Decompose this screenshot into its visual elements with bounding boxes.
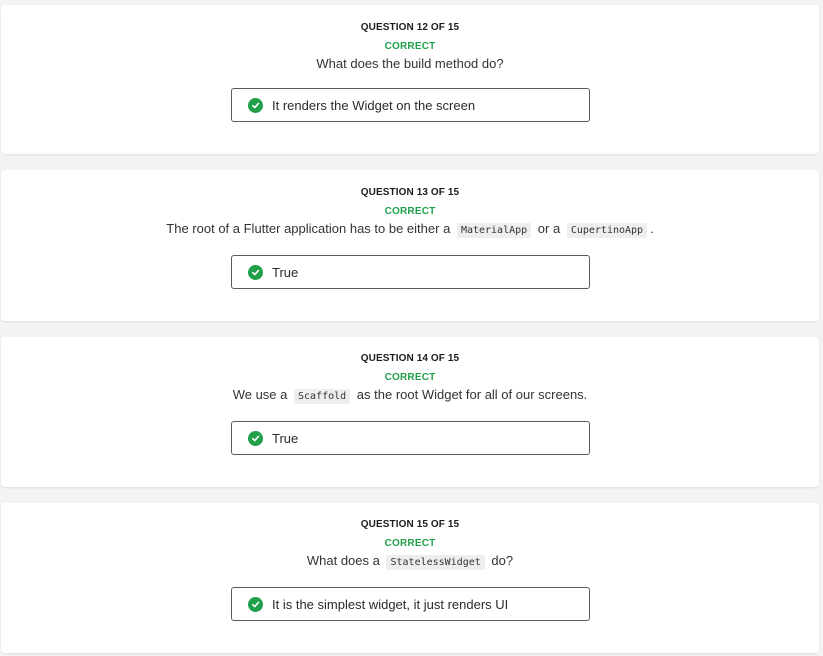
check-circle-icon [248,264,263,280]
question-text-part: What does a [306,553,380,568]
question-counter: QUESTION 13 OF 15 [360,187,460,198]
question-text-part: as the root Widget for all of our screen… [356,387,588,402]
question-card: QUESTION 12 OF 15 CORRECT What does the … [1,5,819,154]
question-text-part: The root of a Flutter application has to… [166,221,451,236]
correct-status: CORRECT [384,206,436,217]
answer-label: It renders the Widget on the screen [272,97,476,113]
answer-label: True [272,264,299,280]
code-snippet: MaterialApp [456,223,532,238]
question-text: What does a StatelessWidget do? [1,553,819,570]
answer-option[interactable]: It is the simplest widget, it just rende… [231,587,590,621]
correct-status: CORRECT [384,41,436,52]
question-text: The root of a Flutter application has to… [1,221,819,238]
check-circle-icon [248,596,263,612]
question-text: What does the build method do? [1,56,819,71]
correct-status: CORRECT [384,372,436,383]
answer-label: True [272,430,299,446]
question-card: QUESTION 13 OF 15 CORRECT The root of a … [1,170,819,321]
answer-option[interactable]: True [231,421,590,455]
check-circle-icon [248,97,263,113]
answer-option[interactable]: It renders the Widget on the screen [231,88,590,122]
correct-status: CORRECT [384,538,436,549]
check-circle-icon [248,430,263,446]
question-text-part: or a [537,221,561,236]
question-card: QUESTION 14 OF 15 CORRECT We use a Scaff… [1,337,819,487]
answer-label: It is the simplest widget, it just rende… [272,596,509,612]
question-text-part: What does the build method do? [316,56,504,71]
answer-option[interactable]: True [231,255,590,289]
question-text-part: We use a [232,387,288,402]
code-snippet: Scaffold [294,389,351,404]
question-text: We use a Scaffold as the root Widget for… [1,387,819,404]
code-snippet: StatelessWidget [386,555,485,570]
question-counter: QUESTION 12 OF 15 [360,22,460,33]
question-text-part: do? [491,553,514,568]
code-snippet: CupertinoApp [566,223,648,238]
question-counter: QUESTION 15 OF 15 [360,519,460,530]
question-counter: QUESTION 14 OF 15 [360,353,460,364]
question-text-part: . [650,221,654,236]
question-card: QUESTION 15 OF 15 CORRECT What does a St… [1,503,819,653]
